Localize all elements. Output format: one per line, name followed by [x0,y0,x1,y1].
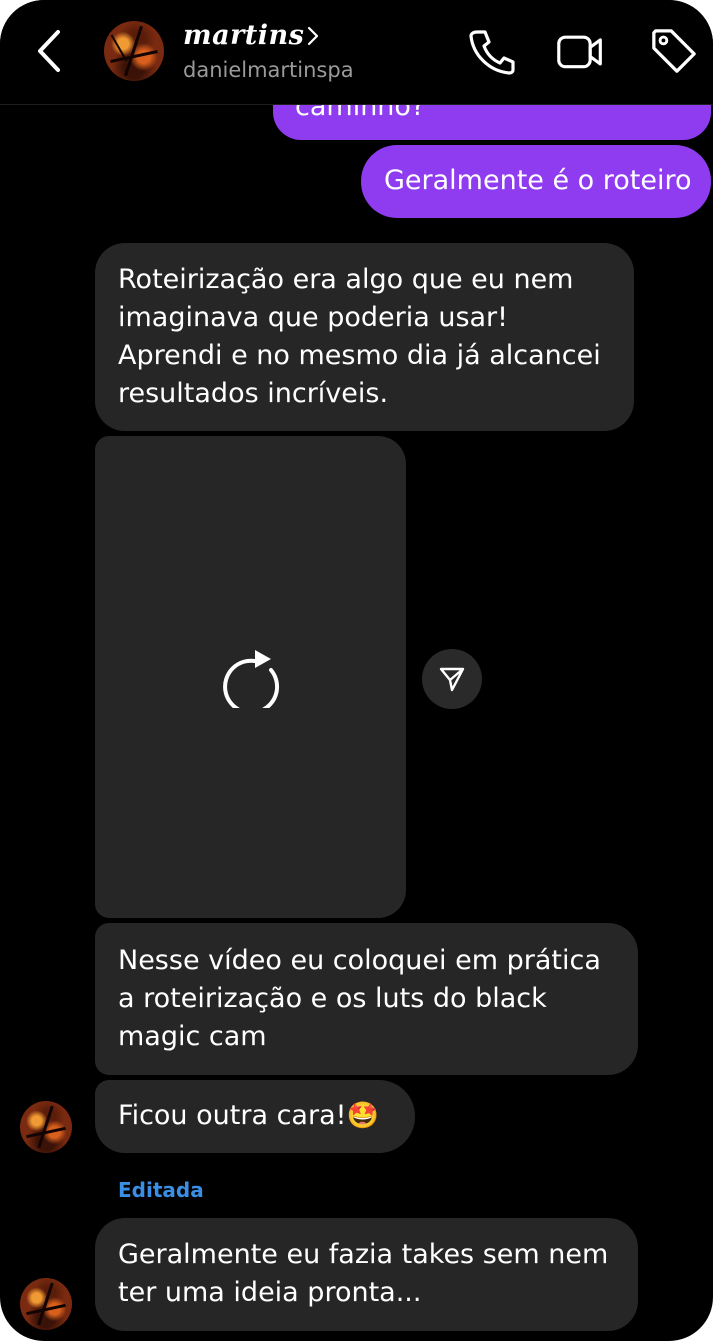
video-placeholder[interactable] [95,436,406,918]
message-received-2[interactable]: Nesse vídeo eu coloquei em prática a rot… [95,923,638,1075]
share-icon [439,667,465,692]
star-struck-emoji: 🤩 [346,1101,379,1131]
message-received-3-text: Ficou outra cara! [118,1100,347,1131]
tag-icon[interactable] [650,26,698,76]
message-sent-1[interactable]: Geralmente é o roteiro [361,145,711,218]
message-received-2-line: a roteirização e os luts do black [118,983,547,1014]
video-camera-icon[interactable] [556,26,604,76]
contact-avatar-small[interactable] [20,1278,72,1330]
message-received-1-line: Aprendi e no mesmo dia já alcancei [118,340,601,371]
message-received-2-line: magic cam [118,1021,267,1052]
message-received-1-line: Roteirização era algo que eu nem [118,264,574,295]
contact-avatar[interactable] [104,21,164,81]
message-received-1-line: imaginava que poderia usar! [118,302,508,333]
reload-icon[interactable] [215,636,281,708]
message-sent-1-text: Geralmente é o roteiro [384,165,692,196]
message-received-2-line: Nesse vídeo eu coloquei em prática [118,945,601,976]
message-received-1-line: resultados incríveis. [118,378,389,409]
contact-avatar-small[interactable] [20,1101,72,1153]
message-received-4[interactable]: Geralmente eu fazia takes sem nem ter um… [95,1218,638,1331]
contact-username[interactable]: danielmartinspa [183,58,354,82]
edited-label: Editada [118,1178,204,1202]
phone-icon[interactable] [467,26,515,76]
message-received-1[interactable]: Roteirização era algo que eu nem imagina… [95,243,634,431]
message-received-4-line: Geralmente eu fazia takes sem nem [118,1239,609,1270]
message-received-4-line: ter uma ideia pronta... [118,1277,422,1308]
back-arrow-icon[interactable] [30,26,70,76]
contact-name[interactable]: martins [183,20,304,51]
chat-screen: caminho? Geralmente é o roteiro Roteiriz… [0,0,713,1341]
chat-header: martins danielmartinspa [0,0,713,105]
share-button[interactable] [422,649,482,709]
message-received-3[interactable]: Ficou outra cara!🤩 [95,1080,415,1153]
chevron-right-icon[interactable] [305,25,321,47]
